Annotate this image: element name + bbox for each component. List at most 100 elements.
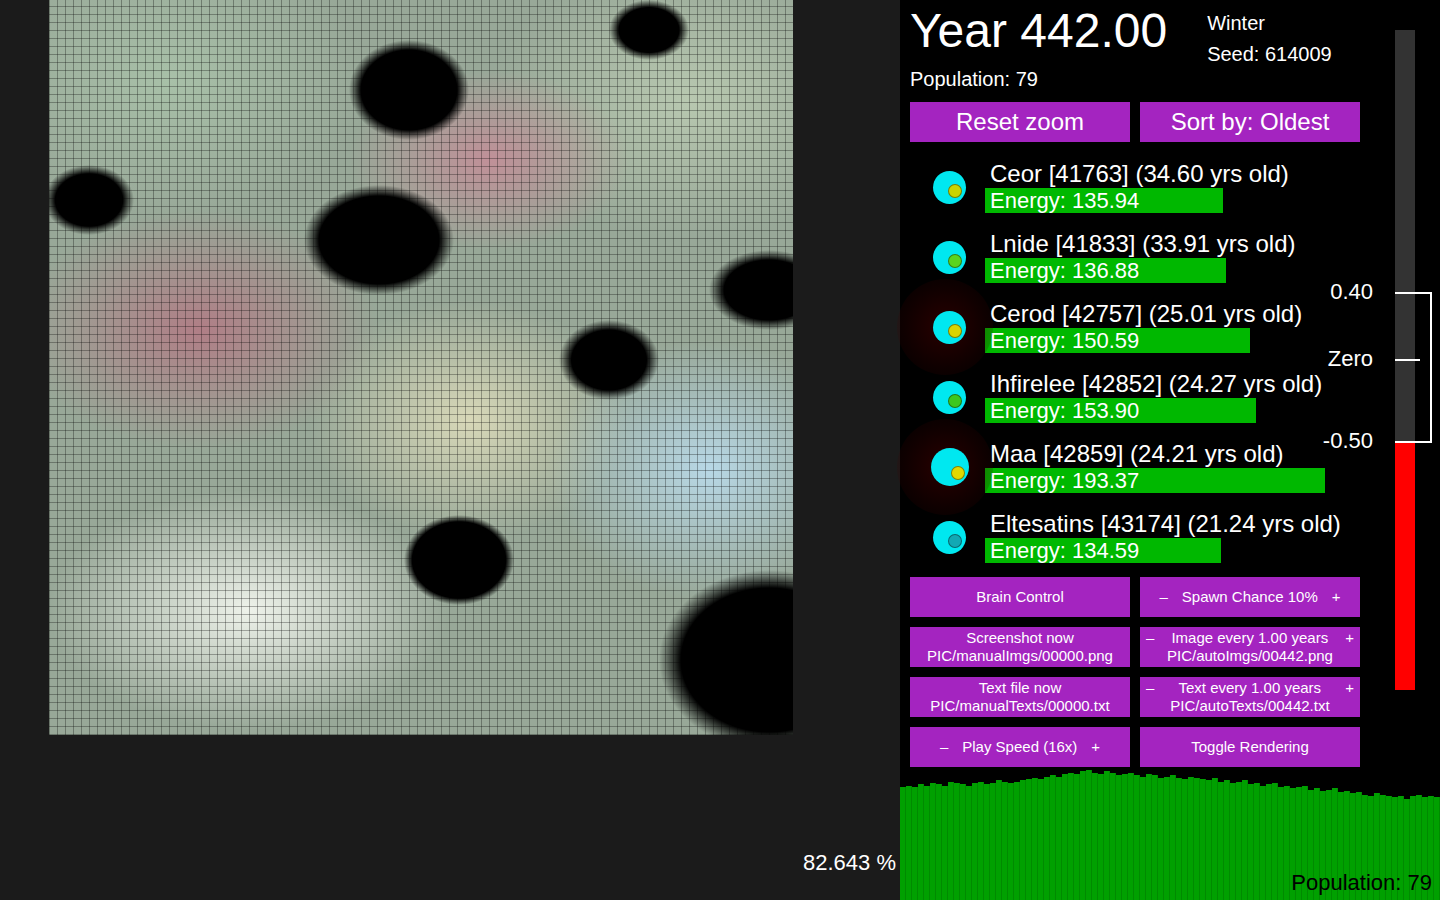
season-text: Winter	[1207, 12, 1332, 35]
button-label: Spawn Chance 10%	[1182, 588, 1318, 606]
button-label-line: –Play Speed (16x) +	[916, 738, 1124, 756]
gauge-marker-label: 0.40	[1330, 279, 1373, 305]
minus-button[interactable]: –	[1146, 629, 1154, 647]
population-text: Population: 79	[910, 66, 1360, 92]
world-map[interactable]	[49, 0, 793, 735]
button-label: Play Speed (16x)	[962, 738, 1077, 756]
panel-main: Year 442.00 Winter Seed: 614009Population:…	[900, 0, 1360, 770]
gauge-fill	[1395, 442, 1415, 690]
button-label-line: –Spawn Chance 10% +	[1146, 588, 1354, 606]
population-chart: Population: 79	[900, 770, 1440, 900]
creature-icon	[933, 171, 966, 204]
creature-info: Ihfirelee [42852] (24.27 yrs old)Energy:…	[985, 370, 1322, 423]
energy-bar: Energy: 150.59	[985, 328, 1250, 353]
creature-name: Cerod [42757] (25.01 yrs old)	[985, 300, 1302, 328]
control-buttons: Brain Control–Spawn Chance 10%+Screensho…	[910, 577, 1360, 767]
button-label: Toggle Rendering	[1191, 738, 1309, 756]
creature-icon-cell	[910, 440, 985, 494]
year-text: Year 442.00	[910, 2, 1167, 60]
creature-icon	[933, 311, 966, 344]
control-button[interactable]: –Text every 1.00 years+PIC/autoTexts/004…	[1140, 677, 1360, 717]
creature-mouth-icon	[948, 184, 962, 198]
zoom-readout: 82.643 %	[803, 850, 896, 876]
panel-top: Year 442.00 Winter Seed: 614009Population:…	[900, 0, 1440, 770]
button-path: PIC/manualImgs/00000.png	[916, 647, 1124, 665]
button-label-line: Toggle Rendering	[1146, 738, 1354, 756]
top-button[interactable]: Sort by: Oldest	[1140, 102, 1360, 142]
control-button[interactable]: –Spawn Chance 10% +	[1140, 577, 1360, 617]
energy-bar: Energy: 136.88	[985, 258, 1226, 283]
button-label-line: Text file now	[916, 679, 1124, 697]
creature-name: Eltesatins [43174] (21.24 yrs old)	[985, 510, 1341, 538]
header: Year 442.00 Winter Seed: 614009	[910, 0, 1360, 66]
season-info: Winter Seed: 614009	[1207, 2, 1332, 66]
creature-info: Cerod [42757] (25.01 yrs old)Energy: 150…	[985, 300, 1302, 353]
button-path: PIC/manualTexts/00000.txt	[916, 697, 1124, 715]
creature-row[interactable]: Lnide [41833] (33.91 yrs old)Energy: 136…	[910, 222, 1360, 292]
energy-bar: Energy: 134.59	[985, 538, 1221, 563]
creature-name: Ihfirelee [42852] (24.27 yrs old)	[985, 370, 1322, 398]
button-path: PIC/autoImgs/00442.png	[1146, 647, 1354, 665]
creature-mouth-icon	[948, 534, 962, 548]
plus-button[interactable]: +	[1091, 738, 1100, 756]
gauge-marker-line	[1395, 359, 1420, 361]
creature-row[interactable]: Cerod [42757] (25.01 yrs old)Energy: 150…	[910, 292, 1360, 362]
control-button[interactable]: –Play Speed (16x) +	[910, 727, 1130, 767]
minus-button[interactable]: –	[1159, 588, 1167, 606]
button-label-line: –Text every 1.00 years+	[1146, 679, 1354, 697]
creature-mouth-icon	[951, 466, 965, 480]
control-button[interactable]: –Image every 1.00 years +PIC/autoImgs/004…	[1140, 627, 1360, 667]
button-label: Brain Control	[976, 588, 1064, 606]
top-buttons: Reset zoomSort by: Oldest	[910, 102, 1360, 142]
creature-mouth-icon	[948, 254, 962, 268]
gauge-marker-line	[1395, 441, 1432, 443]
creature-name: Maa [42859] (24.21 yrs old)	[985, 440, 1325, 468]
creature-row[interactable]: Ihfirelee [42852] (24.27 yrs old)Energy:…	[910, 362, 1360, 432]
button-label-line: –Image every 1.00 years +	[1146, 629, 1354, 647]
energy-bar: Energy: 135.94	[985, 188, 1223, 213]
button-path: PIC/autoTexts/00442.txt	[1146, 697, 1354, 715]
creature-icon-cell	[910, 370, 985, 424]
top-button[interactable]: Reset zoom	[910, 102, 1130, 142]
creature-icon-cell	[910, 510, 985, 564]
creature-info: Lnide [41833] (33.91 yrs old)Energy: 136…	[985, 230, 1296, 283]
creature-mouth-icon	[948, 324, 962, 338]
creature-icon-cell	[910, 160, 985, 214]
creature-info: Maa [42859] (24.21 yrs old)Energy: 193.3…	[985, 440, 1325, 493]
creature-row[interactable]: Ceor [41763] (34.60 yrs old)Energy: 135.…	[910, 152, 1360, 222]
control-button[interactable]: Brain Control	[910, 577, 1130, 617]
creature-row[interactable]: Maa [42859] (24.21 yrs old)Energy: 193.3…	[910, 432, 1360, 502]
creature-mouth-icon	[948, 394, 962, 408]
gauge-column: 0.40Zero-0.50	[1360, 0, 1440, 770]
energy-bar: Energy: 193.37	[985, 468, 1325, 493]
plus-button[interactable]: +	[1345, 629, 1354, 647]
control-button[interactable]: Screenshot nowPIC/manualImgs/00000.png	[910, 627, 1130, 667]
control-button[interactable]: Text file nowPIC/manualTexts/00000.txt	[910, 677, 1130, 717]
button-label-line: Screenshot now	[916, 629, 1124, 647]
gauge-track[interactable]: 0.40Zero-0.50	[1395, 30, 1415, 690]
minus-button[interactable]: –	[940, 738, 948, 756]
world-pane: 82.643 %	[0, 0, 900, 900]
creature-icon-cell	[910, 230, 985, 284]
gauge-bracket	[1430, 293, 1432, 442]
side-panel: Year 442.00WinterSeed: 614009Population:…	[900, 0, 1440, 900]
creature-icon	[933, 381, 966, 414]
creature-list: Ceor [41763] (34.60 yrs old)Energy: 135.…	[910, 152, 1360, 572]
creature-icon	[931, 448, 969, 486]
gauge-marker-line	[1395, 292, 1432, 294]
control-button[interactable]: Toggle Rendering	[1140, 727, 1360, 767]
seed-text: Seed: 614009	[1207, 43, 1332, 66]
button-label: Text file now	[979, 679, 1062, 697]
chart-label: Population: 79	[1291, 870, 1432, 896]
button-label: Image every 1.00 years	[1171, 629, 1328, 647]
minus-button[interactable]: –	[1146, 679, 1154, 697]
plus-button[interactable]: +	[1345, 679, 1354, 697]
button-label-line: Brain Control	[916, 588, 1124, 606]
creature-info: Eltesatins [43174] (21.24 yrs old)Energy…	[985, 510, 1341, 563]
plus-button[interactable]: +	[1332, 588, 1341, 606]
energy-bar: Energy: 153.90	[985, 398, 1256, 423]
gauge-marker-label: Zero	[1328, 346, 1373, 372]
creature-row[interactable]: Eltesatins [43174] (21.24 yrs old)Energy…	[910, 502, 1360, 572]
app-screen: 82.643 %Year 442.00WinterSeed: 614009Pop…	[0, 0, 1440, 900]
creature-icon	[933, 521, 966, 554]
